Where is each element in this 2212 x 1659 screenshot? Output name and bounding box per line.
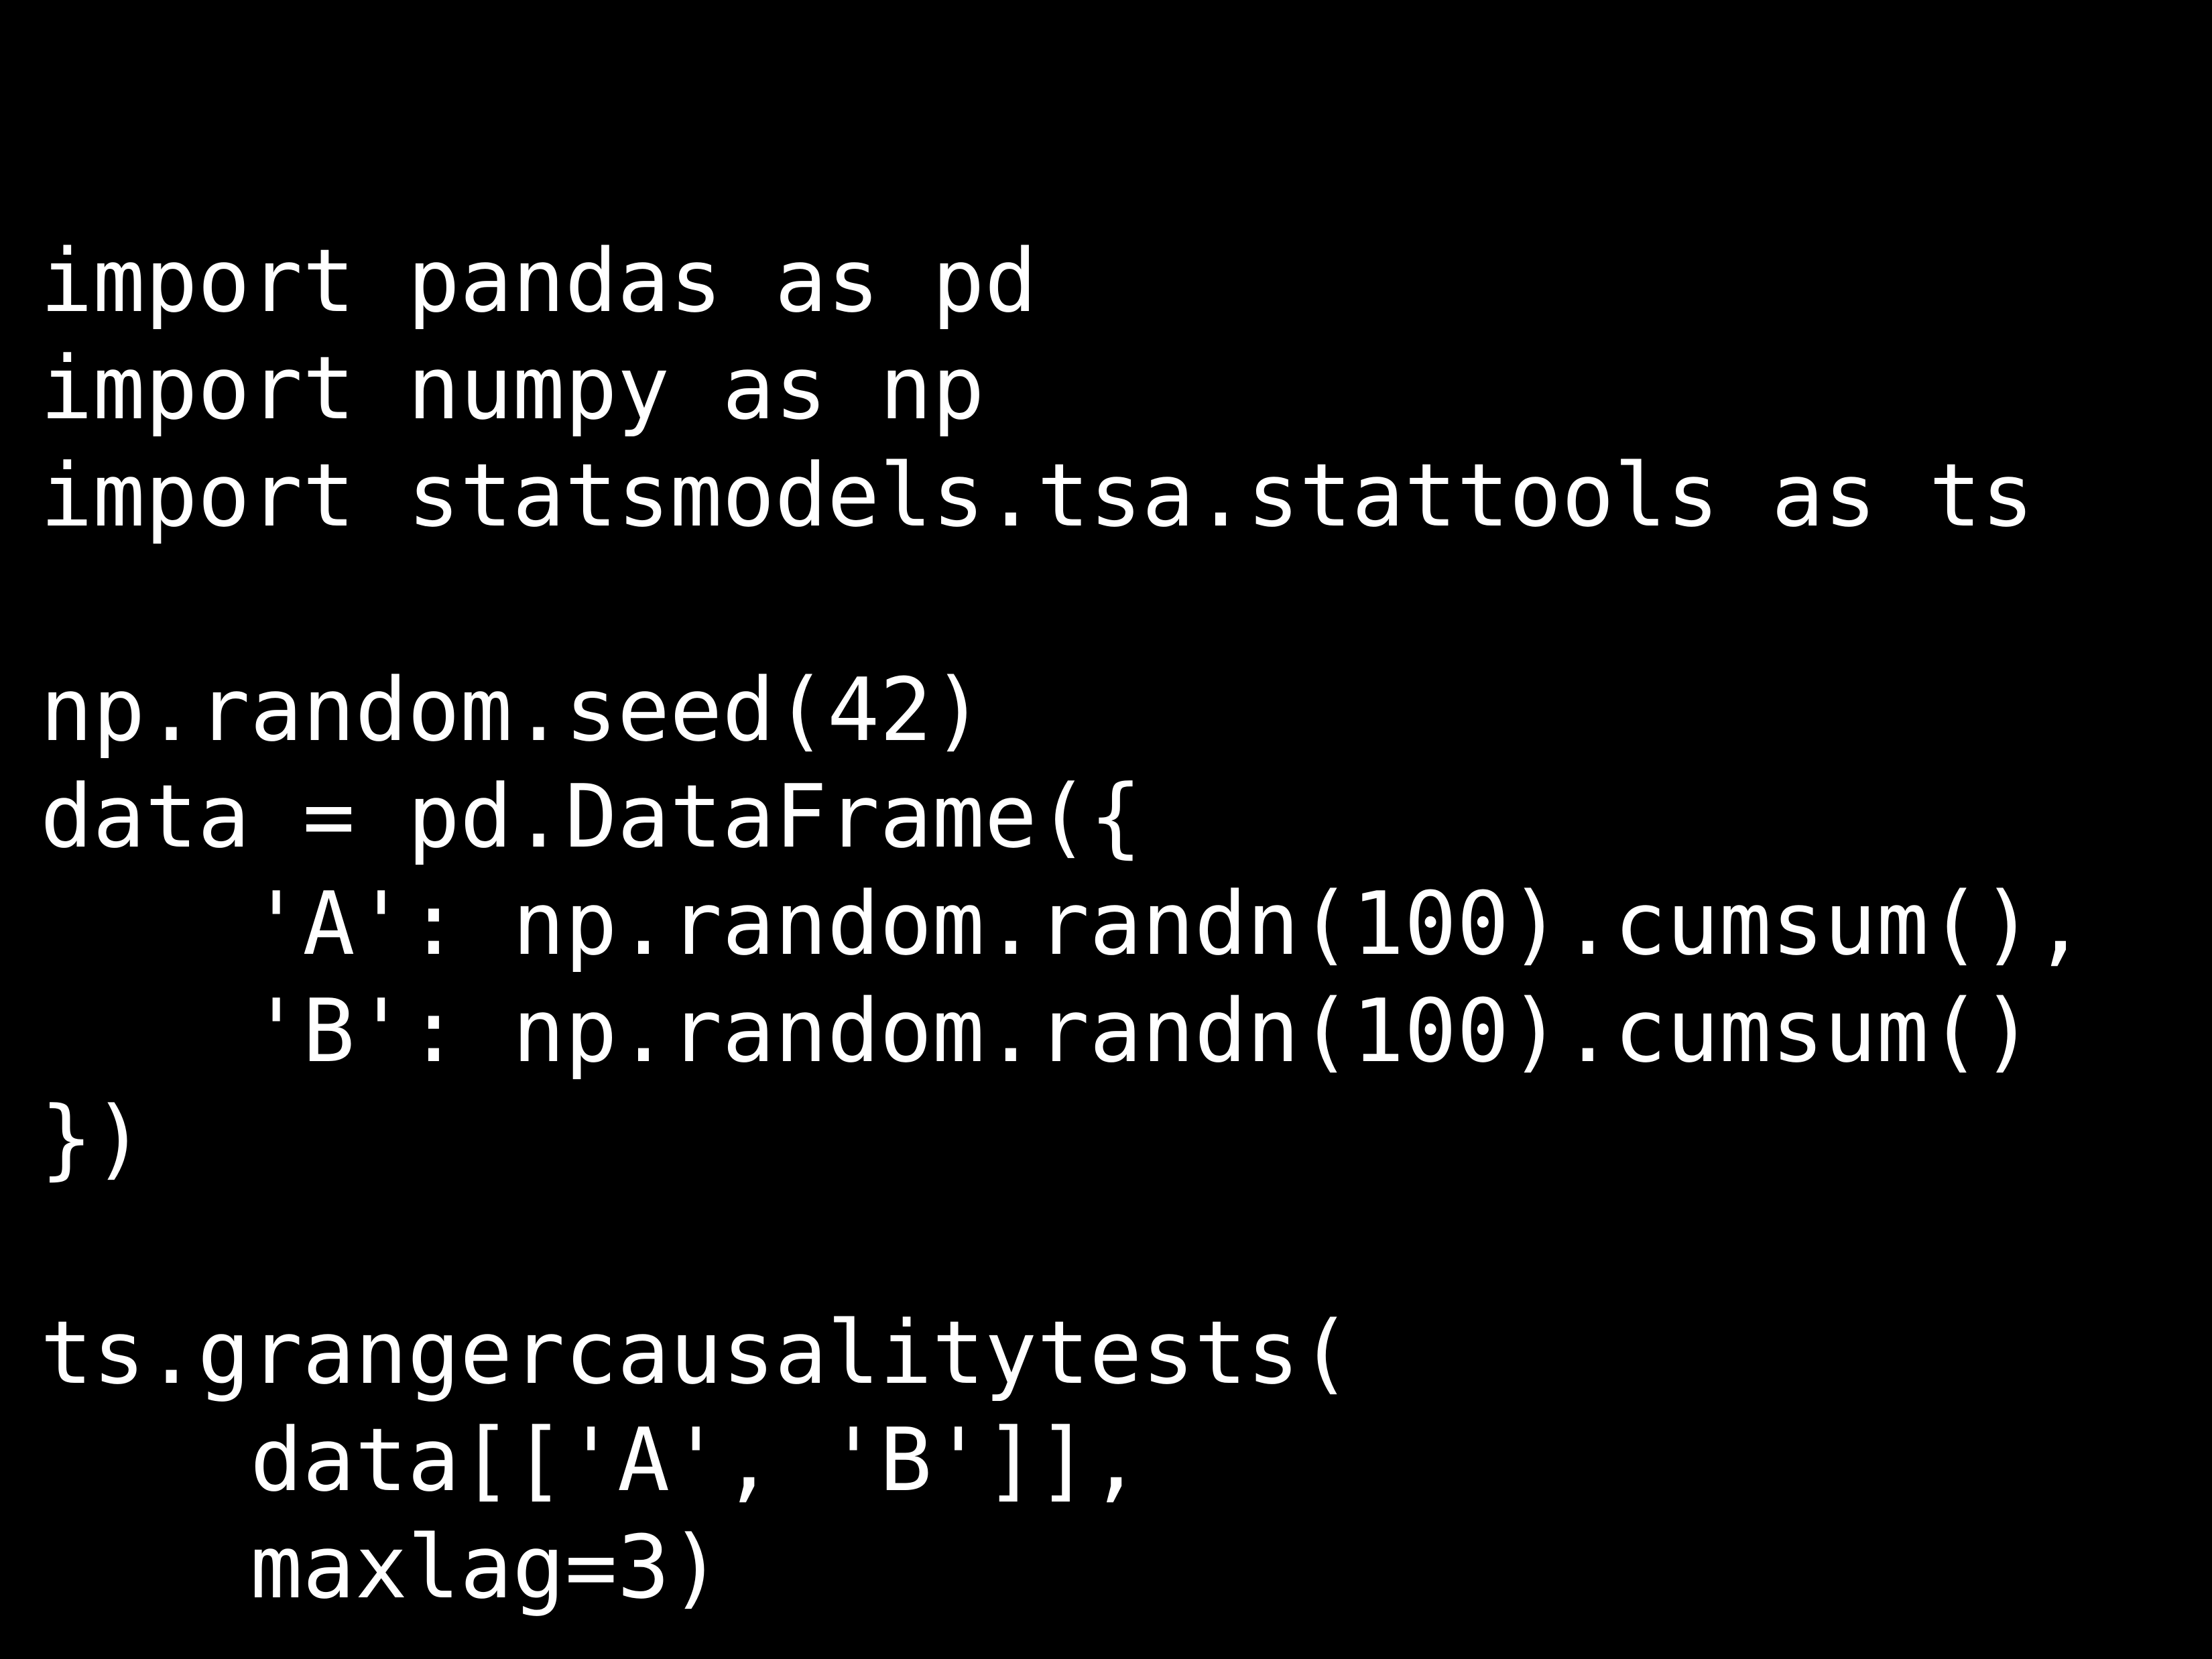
code-snippet: import pandas as pd import numpy as np i… [0, 87, 2212, 1621]
